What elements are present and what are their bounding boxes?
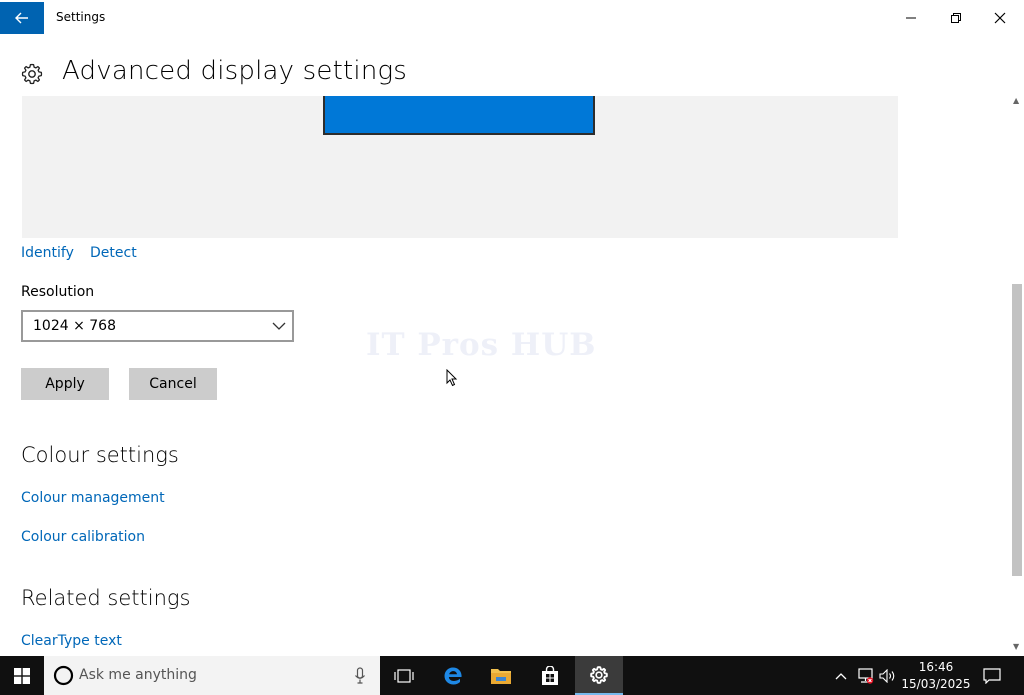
volume-icon: [879, 668, 895, 683]
back-arrow-icon: [15, 12, 28, 24]
store-button[interactable]: [526, 656, 574, 695]
edge-icon: [444, 667, 462, 684]
cleartype-text-link[interactable]: ClearType text: [21, 633, 122, 649]
windows-start-icon: [14, 667, 30, 684]
resolution-label: Resolution: [21, 284, 95, 300]
taskbar-clock[interactable]: 16:46 15/03/2025: [901, 659, 971, 693]
detect-link[interactable]: Detect: [90, 245, 137, 261]
cancel-button[interactable]: Cancel: [129, 368, 217, 400]
monitor-1[interactable]: [323, 96, 595, 135]
colour-management-link[interactable]: Colour management: [21, 490, 165, 506]
clock-time: 16:46: [918, 660, 954, 674]
restore-button[interactable]: [934, 3, 978, 33]
scroll-down-icon[interactable]: ▼: [1013, 642, 1019, 651]
clock-date: 15/03/2025: [901, 677, 971, 691]
display-preview: [22, 96, 898, 238]
network-icon: [858, 667, 874, 684]
volume-tray-button[interactable]: [878, 656, 898, 695]
store-icon: [542, 665, 558, 685]
vertical-scrollbar[interactable]: ▲ ▼: [1010, 92, 1024, 655]
gear-icon: [21, 63, 43, 85]
page-title: Advanced display settings: [62, 56, 408, 86]
title-bar: Settings: [0, 0, 1024, 36]
task-view-button[interactable]: [380, 656, 428, 695]
cortana-icon: [53, 665, 74, 686]
action-center-button[interactable]: [980, 656, 1004, 695]
back-button[interactable]: [0, 2, 44, 34]
apply-button[interactable]: Apply: [21, 368, 109, 400]
taskbar: Ask me anything 16:46 15/03/2025: [0, 656, 1024, 695]
mouse-cursor-icon: [446, 369, 458, 387]
settings-icon: [590, 665, 608, 684]
resolution-value: 1024 × 768: [33, 318, 116, 334]
microphone-icon[interactable]: [354, 667, 366, 685]
edge-button[interactable]: [429, 656, 477, 695]
window-title: Settings: [56, 10, 106, 24]
task-view-icon: [394, 668, 414, 683]
watermark: IT Pros HUB: [366, 327, 597, 363]
colour-settings-heading: Colour settings: [21, 443, 179, 467]
start-button[interactable]: [0, 656, 44, 695]
file-explorer-button[interactable]: [477, 656, 525, 695]
search-placeholder: Ask me anything: [79, 667, 197, 683]
scroll-up-icon[interactable]: ▲: [1013, 96, 1019, 105]
action-center-icon: [983, 667, 1001, 684]
minimize-icon: [906, 17, 916, 19]
colour-calibration-link[interactable]: Colour calibration: [21, 529, 145, 545]
restore-icon: [951, 13, 961, 23]
chevron-up-icon: [835, 672, 847, 679]
file-explorer-icon: [491, 668, 511, 684]
identify-link[interactable]: Identify: [21, 245, 74, 261]
settings-taskbar-button[interactable]: [575, 656, 623, 695]
resolution-select[interactable]: 1024 × 768: [21, 310, 294, 342]
chevron-down-icon: [272, 322, 286, 330]
scrollbar-thumb[interactable]: [1012, 284, 1022, 576]
close-icon: [994, 12, 1006, 24]
close-button[interactable]: [978, 3, 1022, 33]
minimize-button[interactable]: [889, 3, 933, 33]
network-tray-button[interactable]: [854, 656, 876, 695]
related-settings-heading: Related settings: [21, 586, 191, 610]
page-header: Advanced display settings: [0, 52, 1010, 96]
search-box[interactable]: Ask me anything: [44, 656, 380, 695]
show-hidden-icons-button[interactable]: [832, 656, 850, 695]
